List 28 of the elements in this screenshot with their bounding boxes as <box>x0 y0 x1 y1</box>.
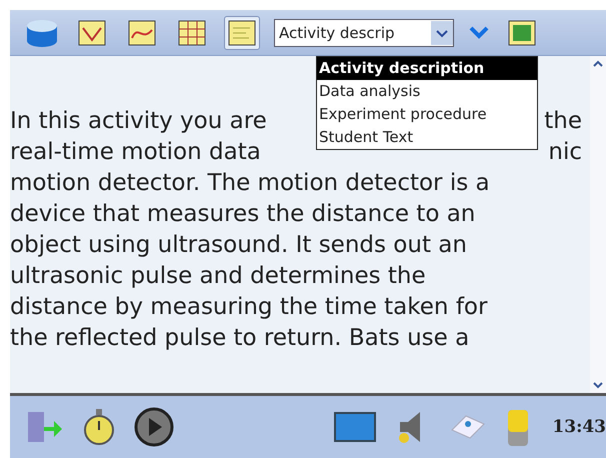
notes-icon[interactable] <box>228 20 256 46</box>
graph-icon[interactable] <box>128 20 156 46</box>
table-icon[interactable] <box>178 20 206 46</box>
description-text: nic <box>548 138 582 167</box>
clock-time: 13:43 <box>552 417 606 437</box>
description-text: real-time motion data <box>10 138 261 167</box>
description-text: In this activity you are <box>10 107 267 136</box>
section-select[interactable]: Activity descrip <box>274 18 454 46</box>
monitor-icon[interactable] <box>334 411 376 443</box>
play-icon[interactable] <box>134 407 174 447</box>
description-text: object using ultrasound. It sends out an <box>10 231 467 260</box>
description-text: the reflected pulse to return. Bats use a <box>10 324 470 353</box>
description-text: distance by measuring the time taken for <box>10 293 488 322</box>
dropdown-option[interactable]: Student Text <box>317 126 537 149</box>
stopwatch-icon[interactable] <box>82 408 116 446</box>
dropdown-option[interactable]: Data analysis <box>317 80 537 103</box>
chevron-down-icon <box>431 20 453 44</box>
dropdown-option[interactable]: Activity description <box>317 57 537 80</box>
chevron-down-icon[interactable] <box>468 24 490 40</box>
description-text: ultrasonic pulse and determines the <box>10 262 426 291</box>
gauge-icon[interactable] <box>78 20 106 46</box>
description-text: the <box>544 107 582 136</box>
description-text: motion detector. The motion detector is a <box>10 169 490 198</box>
dropdown-option[interactable]: Experiment procedure <box>317 103 537 126</box>
cylinder-icon[interactable] <box>25 18 59 48</box>
description-text: device that measures the distance to an <box>10 200 476 229</box>
scrollbar[interactable] <box>590 56 606 393</box>
picture-icon[interactable] <box>508 20 536 46</box>
